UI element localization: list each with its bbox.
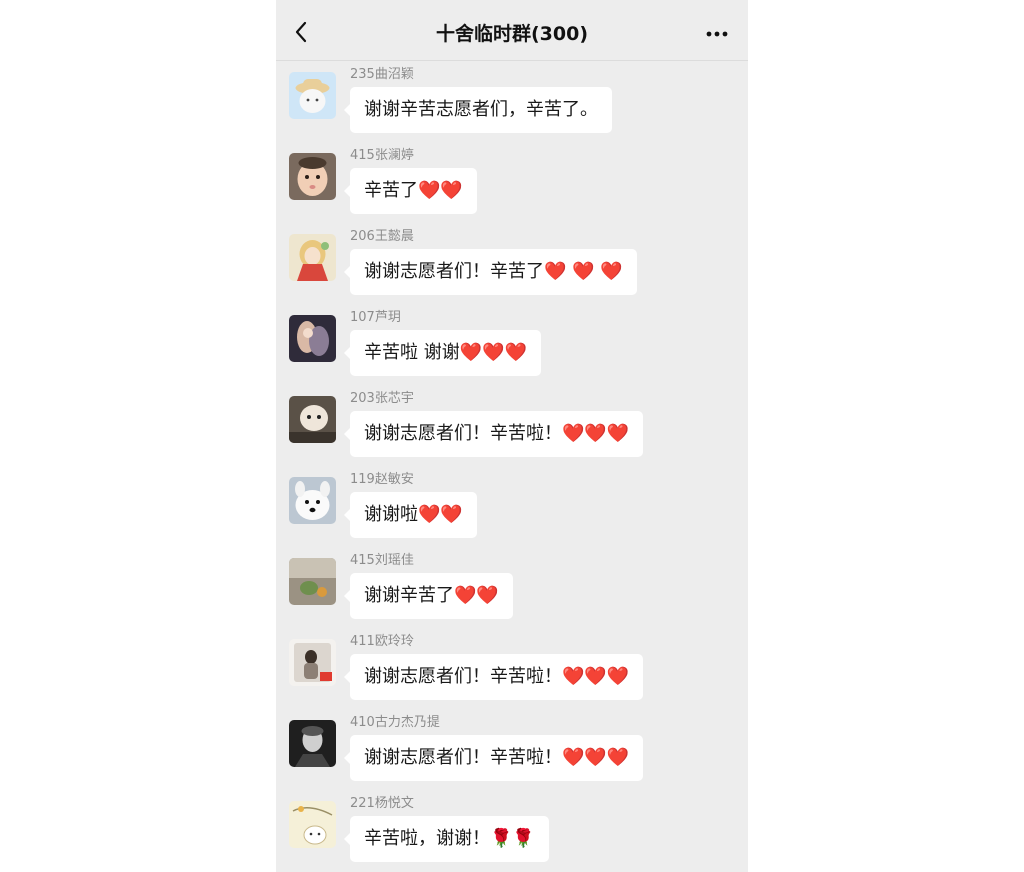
sender-name: 415张澜婷 xyxy=(350,148,414,163)
sender-name: 206王懿晨 xyxy=(350,229,414,244)
message-item: 206王懿晨 谢谢志愿者们！辛苦了❤️ ❤️ ❤️ xyxy=(276,223,748,297)
message-item: 411欧玲玲 谢谢志愿者们！辛苦啦！❤️❤️❤️ xyxy=(276,628,748,702)
message-item: 203张芯宇 谢谢志愿者们！辛苦啦！❤️❤️❤️ xyxy=(276,385,748,459)
more-options-button[interactable] xyxy=(704,22,730,46)
message-item: 107芦玥 辛苦啦 谢谢❤️❤️❤️ xyxy=(276,304,748,378)
avatar[interactable] xyxy=(289,153,336,200)
message-item: 410古力杰乃提 谢谢志愿者们！辛苦啦！❤️❤️❤️ xyxy=(276,709,748,783)
more-horizontal-icon xyxy=(706,31,728,37)
sender-name: 410古力杰乃提 xyxy=(350,715,440,730)
navigation-bar: 十舍临时群(300) xyxy=(276,0,748,61)
message-bubble[interactable]: 辛苦啦，谢谢！🌹🌹 xyxy=(344,816,549,862)
message-bubble[interactable]: 谢谢志愿者们！辛苦了❤️ ❤️ ❤️ xyxy=(344,249,637,295)
chat-title: 十舍临时群(300) xyxy=(435,23,589,45)
avatar[interactable] xyxy=(289,315,336,362)
message-bubble[interactable]: 谢谢志愿者们！辛苦啦！❤️❤️❤️ xyxy=(343,411,644,457)
message-item: 415张澜婷 辛苦了❤️❤️ xyxy=(276,142,748,216)
message-bubble[interactable]: 谢谢志愿者们！辛苦啦！❤️❤️❤️ xyxy=(343,654,644,700)
message-item: 119赵敏安 谢谢啦❤️❤️ xyxy=(276,466,748,540)
avatar[interactable] xyxy=(289,801,336,848)
avatar[interactable] xyxy=(289,639,336,686)
avatar[interactable] xyxy=(289,558,336,605)
message-item: 415刘瑶佳 谢谢辛苦了❤️❤️ xyxy=(276,547,748,621)
chat-screen: 十舍临时群(300) 235曲沼颖 谢谢辛苦志愿者们，辛苦了。 415张澜婷 辛… xyxy=(276,0,748,872)
message-bubble[interactable]: 辛苦了❤️❤️ xyxy=(344,168,477,214)
sender-name: 411欧玲玲 xyxy=(350,634,414,649)
avatar[interactable] xyxy=(289,720,336,767)
sender-name: 107芦玥 xyxy=(350,310,401,325)
message-bubble[interactable]: 谢谢啦❤️❤️ xyxy=(344,492,477,538)
message-bubble[interactable]: 辛苦啦 谢谢❤️❤️❤️ xyxy=(344,330,541,376)
avatar[interactable] xyxy=(289,396,336,443)
message-bubble[interactable]: 谢谢志愿者们！辛苦啦！❤️❤️❤️ xyxy=(343,735,644,781)
sender-name: 221杨悦文 xyxy=(350,796,414,811)
message-item: 235曲沼颖 谢谢辛苦志愿者们，辛苦了。 xyxy=(276,61,748,135)
avatar[interactable] xyxy=(289,234,336,281)
message-bubble[interactable]: 谢谢辛苦了❤️❤️ xyxy=(344,573,513,619)
sender-name: 235曲沼颖 xyxy=(350,67,414,82)
message-item: 221杨悦文 辛苦啦，谢谢！🌹🌹 xyxy=(276,790,748,864)
sender-name: 415刘瑶佳 xyxy=(350,553,414,568)
avatar[interactable] xyxy=(289,477,336,524)
sender-name: 119赵敏安 xyxy=(350,472,414,487)
message-bubble[interactable]: 谢谢辛苦志愿者们，辛苦了。 xyxy=(344,87,612,133)
sender-name: 203张芯宇 xyxy=(350,391,414,406)
avatar[interactable] xyxy=(289,72,336,119)
